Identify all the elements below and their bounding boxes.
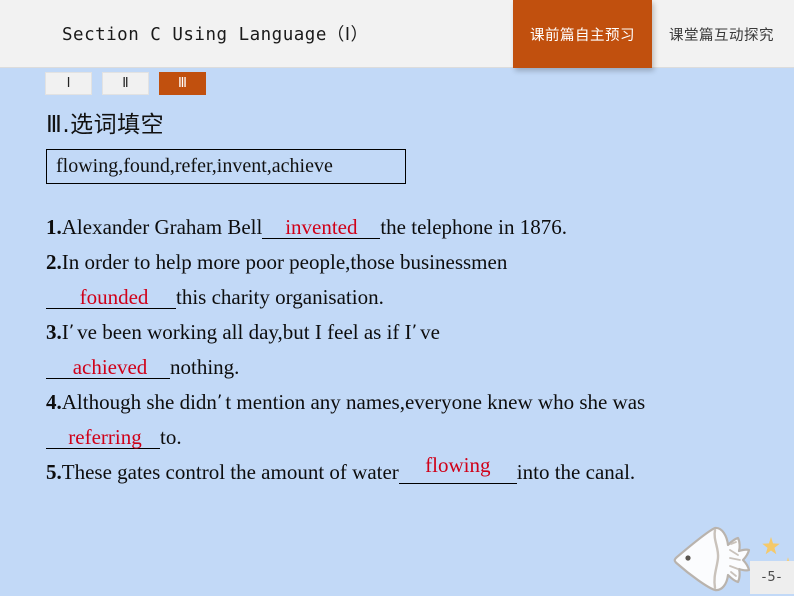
question-4-text-post: to. [160, 425, 182, 449]
tab-in-class-inquiry-label: 课堂篇互动探究 [669, 27, 774, 44]
question-item-2: 2.In order to help more poor people,thos… [46, 245, 758, 315]
answer-blank-1-value: invented [285, 215, 358, 239]
page-header: Section C Using Language（Ⅰ） 课前篇自主预习 课堂篇互… [0, 0, 794, 68]
page-number-badge: -5- [750, 561, 794, 594]
tab-in-class-inquiry[interactable]: 课堂篇互动探究 [652, 0, 794, 68]
section-tab-1[interactable]: Ⅰ [45, 72, 92, 95]
question-1-text-pre: Alexander Graham Bell [61, 215, 263, 239]
question-5-number: 5. [46, 460, 62, 484]
star-icon [762, 536, 780, 555]
header-divider [0, 67, 794, 68]
answer-blank-3-value: achieved [72, 355, 148, 379]
answer-blank-5-value: flowing [425, 453, 491, 477]
question-1-text-post: the telephone in 1876. [380, 215, 567, 239]
question-4-number: 4. [46, 390, 62, 414]
top-tab-bar: 课前篇自主预习 课堂篇互动探究 [513, 0, 794, 68]
question-item-4: 4.Although she didn’t mention any names,… [46, 385, 758, 455]
question-item-5: 5.These gates control the amount of wate… [46, 454, 758, 490]
question-5-text-pre: These gates control the amount of water [61, 460, 399, 484]
question-4-text-pre-b: t mention any names,everyone knew who sh… [225, 390, 646, 414]
page-number-label: -5- [761, 570, 783, 585]
question-3-number: 3. [46, 320, 62, 344]
question-5-text-post: into the canal. [516, 460, 636, 484]
question-item-3: 3.I’ve been working all day,but I feel a… [46, 315, 758, 385]
question-list: 1.Alexander Graham Bell invented the telep… [46, 210, 758, 490]
page-title: Section C Using Language（Ⅰ） [62, 25, 369, 45]
question-item-1: 1.Alexander Graham Bell invented the telep… [46, 210, 758, 245]
answer-blank-2[interactable]: founded [46, 285, 176, 310]
section-tab-2[interactable]: Ⅱ [102, 72, 149, 95]
section-heading: Ⅲ.选词填空 [46, 112, 165, 138]
answer-blank-2-value: founded [79, 285, 149, 309]
section-tab-3-label: Ⅲ [178, 76, 187, 91]
apostrophe-glyph: ’ [68, 322, 78, 342]
tab-pre-class-preview[interactable]: 课前篇自主预习 [513, 0, 652, 68]
question-2-text-post: this charity organisation. [176, 285, 384, 309]
tab-pre-class-preview-label: 课前篇自主预习 [530, 27, 635, 44]
question-3-text-pre-c: ve [420, 320, 440, 344]
section-tab-3[interactable]: Ⅲ [159, 72, 206, 95]
section-tab-2-label: Ⅱ [122, 76, 129, 91]
answer-blank-4-value: referring [68, 425, 142, 449]
question-2-text-pre: In order to help more poor people,those … [61, 250, 508, 274]
apostrophe-glyph-2: ’ [411, 322, 421, 342]
section-tab-bar: Ⅰ Ⅱ Ⅲ [45, 72, 206, 95]
question-3-text-post: nothing. [170, 355, 240, 379]
answer-blank-3[interactable]: achieved [46, 355, 170, 380]
word-bank-text: flowing,found,refer,invent,achieve [56, 155, 333, 177]
answer-blank-5[interactable]: flowing [398, 454, 517, 485]
question-2-number: 2. [46, 250, 62, 274]
question-1-number: 1. [46, 215, 62, 239]
answer-blank-4[interactable]: referring [46, 425, 160, 450]
answer-blank-1[interactable]: invented [262, 215, 381, 240]
section-tab-1-label: Ⅰ [66, 76, 71, 91]
word-bank-box: flowing,found,refer,invent,achieve [46, 149, 406, 184]
question-3-text-pre-b: ve been working all day,but I feel as if… [77, 320, 412, 344]
fish-icon [673, 526, 751, 592]
question-4-text-pre-a: Although she didn [61, 390, 217, 414]
question-3-text-pre-a: I [61, 320, 69, 344]
